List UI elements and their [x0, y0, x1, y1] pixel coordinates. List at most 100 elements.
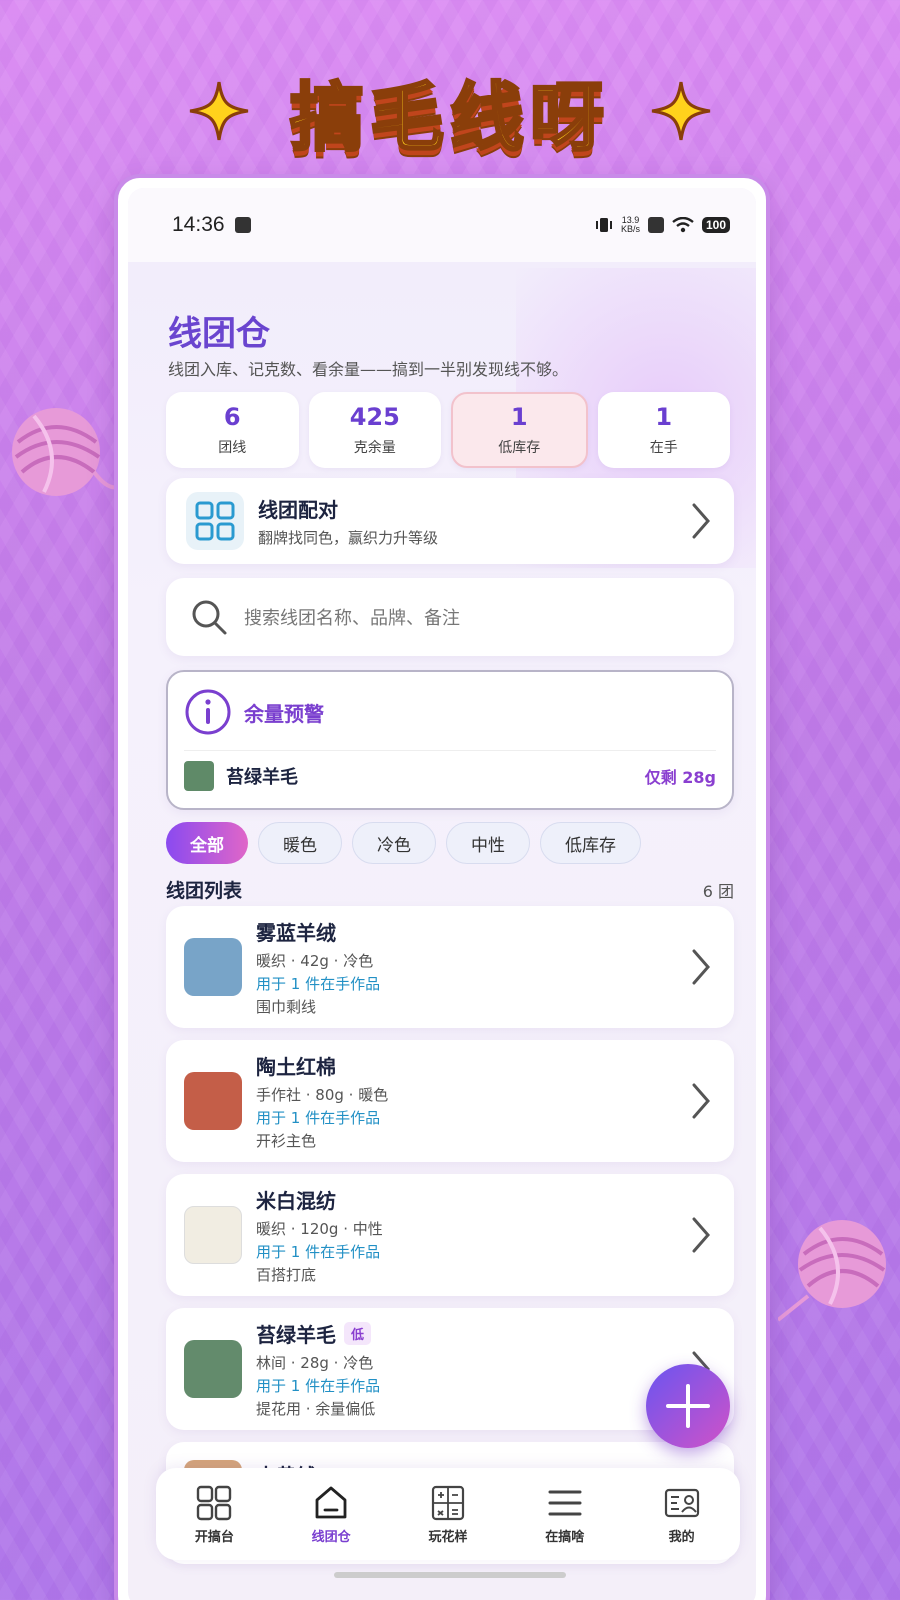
yarn-ball-icon	[12, 408, 120, 496]
tab-profile[interactable]: 我的	[632, 1484, 732, 1545]
phone-frame: 14:36 13.9 KB/s 100 线团仓 线团入库、记克数、看余量——搞到…	[118, 178, 766, 1600]
list-item[interactable]: 米白混纺 暖织 · 120g · 中性 用于 1 件在手作品 百搭打底	[166, 1174, 734, 1296]
warning-item-name: 苔绿羊毛	[226, 767, 298, 788]
sparkle-icon	[651, 81, 711, 141]
stat-grams-left[interactable]: 425 克余量	[308, 392, 441, 468]
tab-label: 线团仓	[311, 1529, 351, 1545]
notification-icon	[234, 217, 251, 233]
list-item[interactable]: 雾蓝羊绒 暖织 · 42g · 冷色 用于 1 件在手作品 围巾剩线	[166, 906, 734, 1028]
color-swatch	[184, 1072, 242, 1130]
yarn-name: 陶土红棉	[256, 1055, 336, 1079]
list-title: 线团列表	[166, 880, 243, 902]
chevron-right-icon	[692, 949, 710, 985]
status-time: 14:36	[172, 213, 225, 236]
yarn-usage: 用于 1 件在手作品	[256, 1109, 381, 1127]
color-swatch	[184, 1206, 242, 1264]
yarn-meta: 暖织 · 120g · 中性	[256, 1220, 383, 1238]
yarn-meta: 手作社 · 80g · 暖色	[256, 1086, 389, 1104]
chevron-right-icon	[692, 1217, 710, 1253]
list-item[interactable]: 陶土红棉 手作社 · 80g · 暖色 用于 1 件在手作品 开衫主色	[166, 1040, 734, 1162]
chevron-right-icon	[692, 503, 710, 539]
stat-label: 克余量	[353, 440, 396, 456]
yarn-match-card[interactable]: 线团配对 翻牌找同色，赢织力升等级	[166, 478, 734, 564]
search-placeholder: 搜索线团名称、品牌、备注	[244, 608, 460, 629]
banner: 搞毛线呀	[0, 56, 900, 166]
yarn-note: 开衫主色	[256, 1132, 317, 1150]
home-indicator[interactable]	[334, 1572, 566, 1578]
network-speed: 13.9 KB/s	[621, 216, 640, 234]
yarn-match-subtitle: 翻牌找同色，赢织力升等级	[258, 529, 439, 547]
page-subtitle: 线团入库、记克数、看余量——搞到一半别发现线不够。	[168, 360, 569, 379]
yarn-note: 围巾剩线	[256, 998, 317, 1016]
vibrate-icon	[595, 218, 612, 232]
stat-yarn-count[interactable]: 6 团线	[166, 392, 299, 468]
grid-icon	[186, 492, 244, 550]
stat-label: 团线	[218, 440, 247, 456]
tab-label: 玩花样	[428, 1529, 468, 1545]
page-title: 线团仓	[168, 314, 270, 354]
color-swatch	[184, 1340, 242, 1398]
yarn-meta: 暖织 · 42g · 冷色	[256, 952, 374, 970]
menu-icon	[548, 1490, 582, 1515]
yarn-note: 提花用 · 余量偏低	[256, 1400, 376, 1418]
tab-label: 开搞台	[194, 1529, 234, 1545]
filter-chip-all[interactable]: 全部	[166, 822, 248, 864]
plus-icon	[666, 1384, 710, 1428]
warning-item[interactable]: 苔绿羊毛 仅剩 28g	[184, 761, 716, 791]
yarn-usage: 用于 1 件在手作品	[256, 1377, 381, 1395]
stat-low-stock[interactable]: 1 低库存	[451, 392, 588, 468]
warning-item-left: 仅剩 28g	[644, 768, 716, 787]
yarn-usage: 用于 1 件在手作品	[256, 1243, 381, 1261]
low-stock-badge: 低	[344, 1322, 372, 1345]
speed-unit: KB/s	[620, 224, 640, 234]
stat-label: 低库存	[498, 440, 541, 456]
filter-chip-low-stock[interactable]: 低库存	[540, 822, 641, 864]
tab-patterns[interactable]: 玩花样	[398, 1484, 498, 1545]
yarn-note: 百搭打底	[256, 1266, 317, 1284]
tab-label: 我的	[668, 1529, 695, 1545]
app-screen: 14:36 13.9 KB/s 100 线团仓 线团入库、记克数、看余量——搞到…	[128, 188, 756, 1600]
stat-value: 6	[223, 403, 241, 431]
home-icon	[315, 1486, 347, 1518]
filter-chips: 全部 暖色 冷色 中性 低库存	[166, 822, 641, 864]
calculator-icon	[431, 1485, 465, 1520]
yarn-name: 米白混纺	[256, 1189, 336, 1213]
list-header: 线团列表 6 团	[166, 876, 734, 903]
list-count: 6 团	[702, 881, 734, 901]
warning-title: 余量预警	[244, 701, 324, 726]
stock-warning-card: 余量预警 苔绿羊毛 仅剩 28g	[166, 670, 734, 810]
profile-card-icon	[664, 1488, 699, 1517]
color-swatch	[184, 938, 242, 996]
yarn-name: 雾蓝羊绒	[256, 921, 336, 945]
search-input[interactable]: 搜索线团名称、品牌、备注	[166, 578, 734, 656]
chevron-right-icon	[692, 1083, 710, 1119]
tab-workbench[interactable]: 开搞台	[164, 1484, 264, 1545]
yarn-ball-icon	[778, 1220, 886, 1322]
sparkle-icon	[189, 81, 249, 141]
color-swatch	[184, 761, 214, 791]
add-yarn-button[interactable]	[646, 1364, 730, 1448]
wifi-icon	[672, 217, 694, 233]
info-icon	[185, 689, 231, 735]
tab-in-progress[interactable]: 在搞啥	[515, 1484, 615, 1545]
stats-row: 6 团线 425 克余量 1 低库存 1 在手	[166, 392, 730, 468]
stat-value: 1	[510, 403, 528, 431]
yarn-name: 苔绿羊毛	[256, 1323, 336, 1347]
stat-value: 1	[655, 403, 673, 431]
filter-chip-neutral[interactable]: 中性	[446, 822, 530, 864]
tab-yarn-stash[interactable]: 线团仓	[281, 1484, 381, 1545]
search-icon	[192, 600, 227, 635]
tab-label: 在搞啥	[545, 1529, 585, 1545]
divider	[184, 750, 716, 751]
filter-chip-cool[interactable]: 冷色	[352, 822, 436, 864]
four-squares-icon	[197, 1485, 232, 1520]
yarn-usage: 用于 1 件在手作品	[256, 975, 381, 993]
stat-in-hand[interactable]: 1 在手	[597, 392, 730, 468]
banner-title: 搞毛线呀	[289, 73, 610, 162]
sim-off-icon	[647, 217, 664, 233]
stat-value: 425	[349, 403, 400, 431]
yarn-meta: 林间 · 28g · 冷色	[256, 1354, 374, 1372]
filter-chip-warm[interactable]: 暖色	[258, 822, 342, 864]
battery-level: 100	[701, 217, 730, 233]
yarn-match-title: 线团配对	[258, 498, 338, 522]
